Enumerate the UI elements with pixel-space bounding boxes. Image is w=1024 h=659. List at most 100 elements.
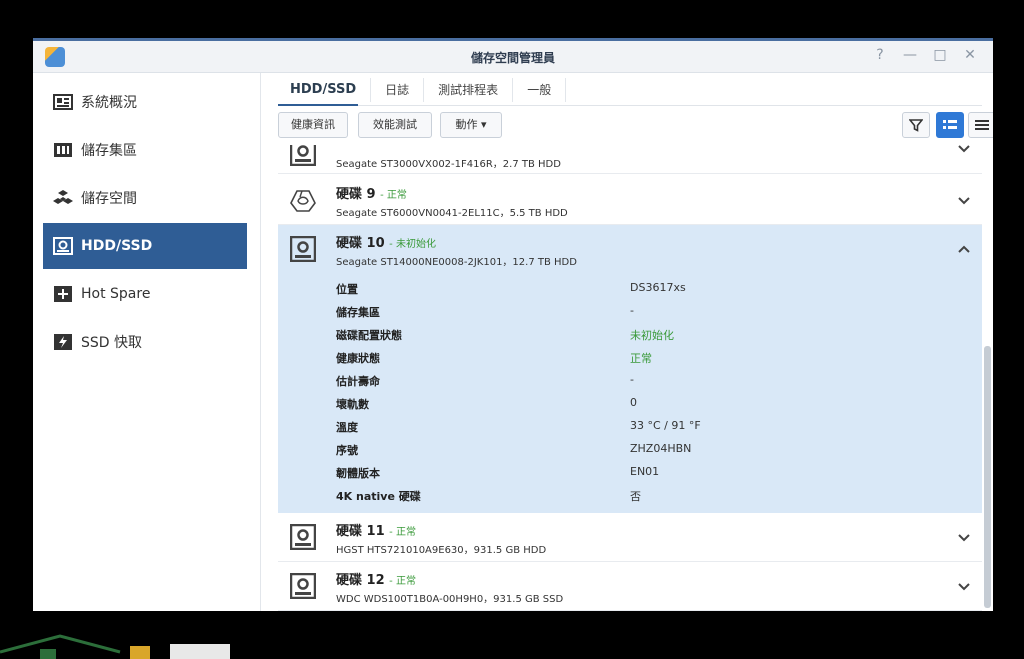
tab-divider [278, 105, 982, 106]
main-panel: HDD/SSD 日誌 測試排程表 一般 健康資訊 效能測試 動作 ▾ Seaga… [262, 73, 993, 611]
close-icon[interactable]: ✕ [961, 47, 979, 63]
disk-row[interactable]: 硬碟 12 - 正常 WDC WDS100T1B0A-00H9H0，931.5 … [278, 562, 982, 611]
detail-label: 序號 [336, 444, 358, 457]
detail-value: 正常 [630, 352, 652, 365]
disk-model: Seagate ST14000NE0008-2JK101，12.7 TB HDD [336, 257, 577, 268]
chevron-down-icon[interactable] [957, 145, 971, 155]
minimize-icon[interactable]: — [901, 47, 919, 63]
disk-row[interactable]: 硬碟 9 - 正常 Seagate ST6000VN0041-2EL11C，5.… [278, 176, 982, 225]
storage-pool-icon [53, 140, 73, 160]
disk-status: 正常 [395, 527, 416, 538]
toolbar: 健康資訊 效能測試 動作 ▾ [278, 112, 993, 140]
detail-label: 溫度 [336, 421, 358, 434]
detail-list-icon [943, 120, 957, 129]
detail-value: 33 °C / 91 °F [630, 419, 701, 432]
tab-general[interactable]: 一般 [513, 78, 567, 102]
detail-label: 位置 [336, 283, 358, 296]
scrollbar-thumb[interactable] [984, 346, 991, 608]
detail-value: 否 [630, 490, 641, 503]
tab-hdd-ssd[interactable]: HDD/SSD [276, 78, 372, 102]
detail-row: 估計壽命 - [336, 369, 956, 392]
sidebar-item-overview[interactable]: 系統概況 [43, 79, 247, 125]
detail-view-button[interactable] [936, 112, 964, 138]
disk-name: 硬碟 11 - 正常 [336, 524, 416, 539]
disk-status: 正常 [386, 190, 407, 201]
health-info-button[interactable]: 健康資訊 [278, 112, 348, 138]
broken-disk-icon [290, 190, 316, 212]
disk-icon [290, 524, 316, 550]
disk-row[interactable]: 硬碟 11 - 正常 HGST HTS721010A9E630，931.5 GB… [278, 513, 982, 562]
sidebar-item-volume[interactable]: 儲存空間 [43, 175, 247, 221]
disk-row[interactable]: Seagate ST3000VX002-1F416R，2.7 TB HDD [278, 145, 982, 174]
filter-icon [909, 119, 923, 132]
detail-value: 0 [630, 396, 637, 409]
sidebar-item-label: Hot Spare [81, 286, 151, 302]
sidebar-item-label: SSD 快取 [81, 335, 143, 351]
detail-label: 磁碟配置狀態 [336, 329, 402, 342]
sidebar-item-label: HDD/SSD [81, 238, 153, 254]
chevron-down-icon[interactable] [957, 193, 971, 207]
detail-value: DS3617xs [630, 281, 686, 294]
disk-name: 硬碟 10 - 未初始化 [336, 236, 436, 251]
disk-name: 硬碟 9 - 正常 [336, 187, 407, 202]
title-bar: 儲存空間管理員 ? — □ ✕ [33, 41, 993, 73]
sidebar-item-storage-pool[interactable]: 儲存集區 [43, 127, 247, 173]
sidebar-item-label: 系統概況 [81, 95, 137, 111]
detail-label: 韌體版本 [336, 467, 380, 480]
detail-label: 健康狀態 [336, 352, 380, 365]
sidebar-item-label: 儲存空間 [81, 191, 137, 207]
sidebar-item-ssd-cache[interactable]: SSD 快取 [43, 319, 247, 365]
chevron-down-icon[interactable] [957, 530, 971, 544]
detail-label: 壞軌數 [336, 398, 369, 411]
tab-test-schedule[interactable]: 測試排程表 [424, 78, 514, 102]
disk-model: Seagate ST6000VN0041-2EL11C，5.5 TB HDD [336, 208, 568, 219]
detail-row: 韌體版本 EN01 [336, 461, 956, 484]
window-title: 儲存空間管理員 [470, 51, 555, 65]
watermark-logo [0, 634, 230, 659]
sidebar-item-hdd-ssd[interactable]: HDD/SSD [43, 223, 247, 269]
disk-icon [290, 145, 316, 166]
detail-value: EN01 [630, 465, 660, 478]
detail-row: 儲存集區 - [336, 300, 956, 323]
action-dropdown-button[interactable]: 動作 ▾ [440, 112, 502, 138]
disk-status: 未初始化 [395, 239, 436, 250]
chevron-down-icon[interactable] [957, 579, 971, 593]
overview-icon [53, 92, 73, 112]
disk-icon [290, 573, 316, 599]
ssd-cache-icon [53, 332, 73, 352]
tab-log[interactable]: 日誌 [371, 78, 425, 102]
detail-row: 序號 ZHZ04HBN [336, 438, 956, 461]
detail-row: 位置 DS3617xs [336, 277, 956, 300]
detail-row: 壞軌數 0 [336, 392, 956, 415]
sidebar-item-label: 儲存集區 [81, 143, 137, 159]
hot-spare-icon [53, 284, 73, 304]
detail-value: - [630, 373, 634, 386]
list-view-button[interactable] [968, 112, 993, 138]
detail-value: ZHZ04HBN [630, 442, 692, 455]
detail-label: 4K native 硬碟 [336, 490, 421, 503]
help-icon[interactable]: ? [871, 47, 889, 63]
storage-manager-window: 儲存空間管理員 ? — □ ✕ 系統概況 儲存集區 儲存空間 HDD/SSD H… [33, 38, 993, 611]
detail-row: 磁碟配置狀態 未初始化 [336, 323, 956, 346]
detail-row: 4K native 硬碟 否 [336, 484, 956, 507]
volume-icon [53, 188, 73, 208]
disk-list: Seagate ST3000VX002-1F416R，2.7 TB HDD 硬碟… [278, 145, 982, 611]
tab-bar: HDD/SSD 日誌 測試排程表 一般 [276, 75, 567, 105]
disk-model: Seagate ST3000VX002-1F416R，2.7 TB HDD [336, 159, 561, 170]
disk-icon [53, 236, 73, 256]
filter-button[interactable] [902, 112, 930, 138]
detail-row: 溫度 33 °C / 91 °F [336, 415, 956, 438]
benchmark-button[interactable]: 效能測試 [358, 112, 432, 138]
disk-model: WDC WDS100T1B0A-00H9H0，931.5 GB SSD [336, 594, 564, 605]
disk-detail-panel: 硬碟 10 - 未初始化 Seagate ST14000NE0008-2JK10… [278, 225, 982, 513]
sidebar-item-hot-spare[interactable]: Hot Spare [43, 271, 247, 317]
detail-row: 健康狀態 正常 [336, 346, 956, 369]
detail-value: - [630, 304, 634, 317]
disk-row[interactable]: 硬碟 10 - 未初始化 Seagate ST14000NE0008-2JK10… [278, 225, 982, 274]
sidebar: 系統概況 儲存集區 儲存空間 HDD/SSD Hot Spare SSD 快取 [33, 73, 261, 611]
detail-value: 未初始化 [630, 329, 674, 342]
chevron-up-icon[interactable] [957, 242, 971, 256]
disk-status: 正常 [395, 576, 416, 587]
list-icon [975, 120, 989, 130]
maximize-icon[interactable]: □ [931, 47, 949, 63]
